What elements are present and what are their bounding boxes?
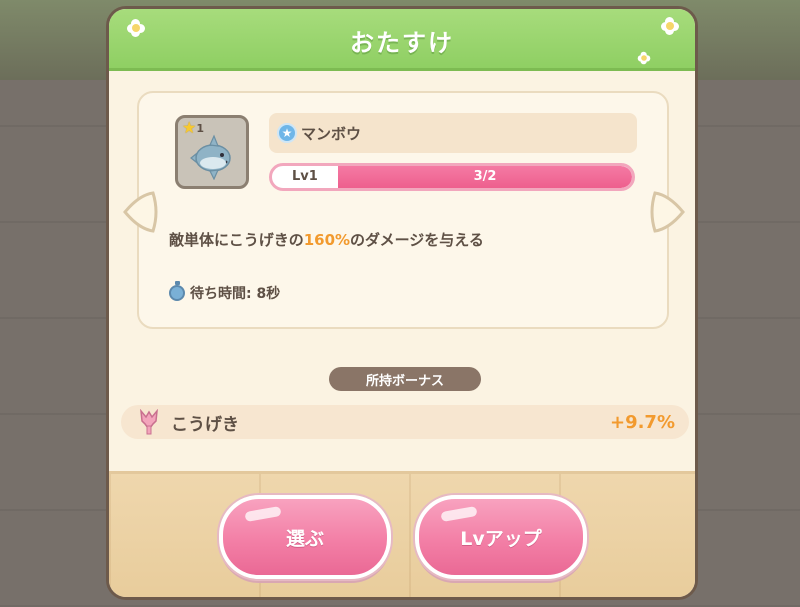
timer-icon (169, 281, 185, 301)
level-progress-count: 3/2 (473, 169, 497, 184)
helper-dialog: おたすけ ★ 1 ★ マンボウ Lv1 3/2 敵単体にこうげきの160%のダメ… (106, 6, 698, 600)
select-button[interactable]: 選ぶ (219, 495, 391, 579)
bonus-stat-label: こうげき (171, 414, 239, 435)
bonus-stat-row: こうげき +9.7% (121, 405, 689, 439)
helper-card: ★ 1 ★ マンボウ Lv1 3/2 敵単体にこうげきの160%のダメージを与え… (137, 91, 669, 329)
dialog-title: おたすけ (350, 29, 454, 57)
rarity-value: 1 (196, 121, 204, 135)
star-badge-icon: ★ (277, 123, 297, 143)
attack-icon (140, 409, 158, 435)
owned-bonus-label: 所持ボーナス (329, 367, 481, 391)
helper-name: マンボウ (301, 124, 362, 143)
button-shine (244, 505, 282, 523)
button-area (109, 471, 695, 597)
select-button-label: 選ぶ (285, 527, 324, 550)
skill-description: 敵単体にこうげきの160%のダメージを与える (169, 229, 484, 250)
sunfish-icon (190, 134, 231, 180)
helper-portrait[interactable]: ★ 1 (175, 115, 249, 189)
skill-damage-percent: 160% (303, 231, 351, 249)
arrow-left-icon[interactable] (119, 189, 159, 235)
level-up-button-label: Lvアップ (460, 527, 542, 550)
wait-time: 待ち時間: 8秒 (169, 281, 281, 303)
bonus-stat-value: +9.7% (609, 411, 675, 433)
wait-time-text: 待ち時間: 8秒 (190, 286, 281, 302)
skill-description-text-end: のダメージを与える (350, 231, 484, 249)
button-shine (440, 505, 478, 523)
dialog-header: おたすけ (109, 9, 695, 71)
skill-description-text: 敵単体にこうげきの (169, 231, 304, 249)
level-up-button[interactable]: Lvアップ (415, 495, 587, 579)
level-progress-bar: Lv1 3/2 (269, 163, 635, 191)
helper-name-bar: ★ マンボウ (269, 113, 637, 153)
arrow-right-icon[interactable] (649, 189, 689, 235)
level-label: Lv1 (292, 169, 318, 184)
